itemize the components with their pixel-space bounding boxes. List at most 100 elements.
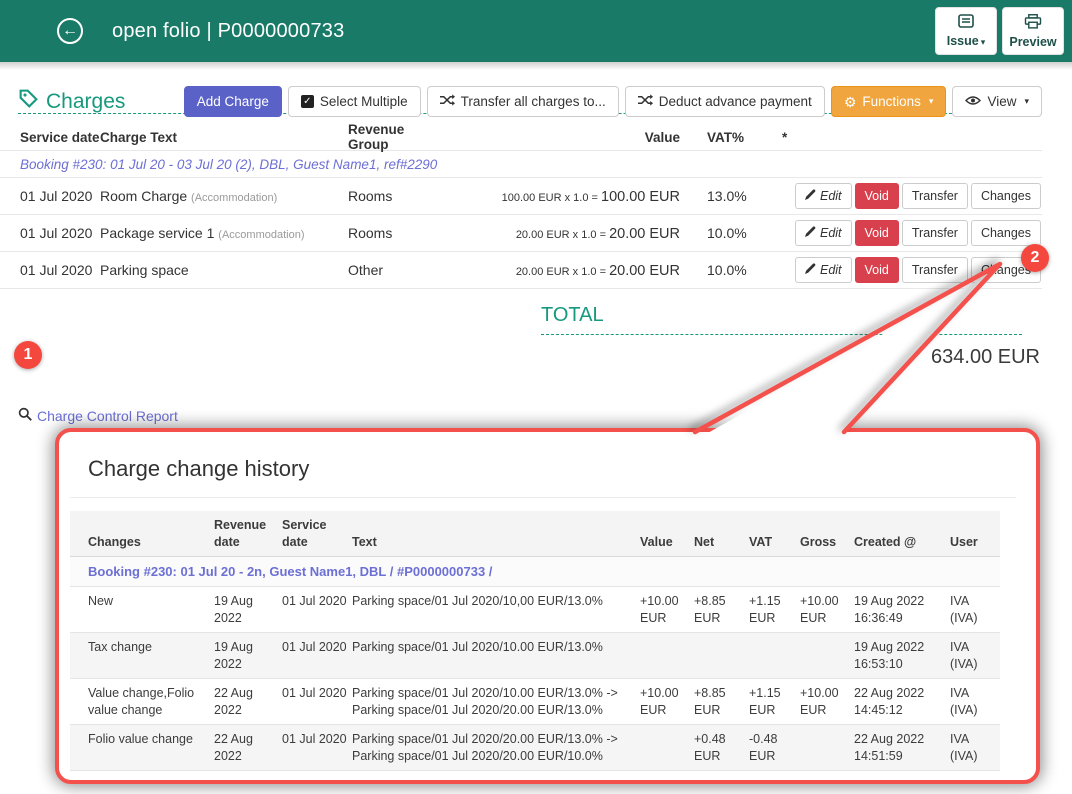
- charge-row: 01 Jul 2020 Room Charge (Accommodation) …: [0, 178, 1042, 215]
- charge-row: 01 Jul 2020 Parking space Other 20.00 EU…: [0, 252, 1042, 289]
- h-created: Created @: [854, 534, 917, 549]
- cell-vat: +1.15 EUR: [749, 594, 781, 625]
- charges-heading: Charges: [18, 88, 125, 115]
- cell-user: IVA (IVA): [950, 640, 978, 671]
- total-heading: TOTAL: [541, 304, 1022, 335]
- charge-control-report-link[interactable]: Charge Control Report: [18, 407, 178, 424]
- back-icon[interactable]: ←: [57, 18, 83, 44]
- functions-label: Functions: [862, 94, 921, 109]
- cell-created: 22 Aug 2022 14:51:59: [854, 732, 925, 763]
- topbar-actions: Issue ▾ Preview: [935, 7, 1064, 55]
- history-booking-row: Booking #230: 01 Jul 20 - 2n, Guest Name…: [70, 557, 1000, 588]
- charge-text: Parking space: [100, 262, 189, 278]
- total-amount: 634.00 EUR: [931, 346, 1040, 368]
- header-value: Value: [644, 129, 680, 145]
- pencil-icon: [804, 263, 816, 277]
- charge-value: 100.00 EUR x 1.0 = 100.00 EUR: [501, 188, 680, 205]
- cell-value: +10.00 EUR: [640, 594, 679, 625]
- charge-vat: 10.0%: [707, 262, 747, 278]
- cell-created: 19 Aug 2022 16:53:10: [854, 640, 925, 671]
- header-service-date: Service date: [20, 129, 100, 145]
- h-revenue-date: Revenue date: [214, 518, 267, 549]
- header-shadow: [0, 62, 1072, 70]
- transfer-button[interactable]: Transfer: [901, 257, 968, 283]
- void-button[interactable]: Void: [854, 257, 899, 283]
- history-table: Changes Revenue date Service date Text V…: [70, 511, 1000, 772]
- service-date: 01 Jul 2020: [20, 225, 93, 241]
- shuffle-icon: [637, 94, 653, 109]
- history-row: Folio value change 22 Aug 2022 01 Jul 20…: [70, 725, 1000, 772]
- cell-changes: Tax change: [88, 640, 152, 655]
- magnifier-icon: [18, 407, 32, 424]
- charge-change-history-popup: Charge change history Changes Revenue da…: [55, 428, 1040, 784]
- charges-toolbar: Add Charge ✓ Select Multiple Transfer al…: [183, 86, 1042, 117]
- charge-vat: 10.0%: [707, 225, 747, 241]
- preview-button[interactable]: Preview: [1002, 7, 1064, 55]
- deduct-advance-payment-button[interactable]: Deduct advance payment: [624, 86, 825, 117]
- charge-control-report-label: Charge Control Report: [37, 407, 178, 424]
- header-vat-note: *: [782, 129, 788, 145]
- cell-gross: +10.00 EUR: [800, 686, 839, 717]
- issue-button[interactable]: Issue ▾: [935, 7, 997, 55]
- void-button[interactable]: Void: [854, 220, 899, 246]
- cell-service-date: 01 Jul 2020: [282, 640, 347, 655]
- chevron-down-icon: ▾: [980, 37, 986, 47]
- transfer-all-label: Transfer all charges to...: [460, 94, 606, 109]
- cell-revenue-date: 19 Aug 2022: [214, 640, 253, 671]
- void-button[interactable]: Void: [854, 183, 899, 209]
- select-multiple-button[interactable]: ✓ Select Multiple: [287, 86, 421, 117]
- cell-gross: +10.00 EUR: [800, 594, 839, 625]
- service-date: 01 Jul 2020: [20, 262, 93, 278]
- header-charge-text: Charge Text: [100, 129, 178, 145]
- transfer-all-charges-button[interactable]: Transfer all charges to...: [426, 86, 619, 117]
- cell-text: Parking space/01 Jul 2020/10,00 EUR/13.0…: [352, 594, 603, 609]
- charges-heading-label: Charges: [46, 89, 126, 113]
- issue-label: Issue: [946, 34, 979, 48]
- cell-created: 22 Aug 2022 14:45:12: [854, 686, 925, 717]
- h-changes: Changes: [88, 534, 141, 549]
- cell-text: Parking space/01 Jul 2020/10.00 EUR/13.0…: [352, 640, 603, 655]
- edit-button[interactable]: Edit: [794, 220, 852, 246]
- cell-value: +10.00 EUR: [640, 686, 679, 717]
- cell-vat: +1.15 EUR: [749, 686, 781, 717]
- changes-button[interactable]: Changes: [970, 183, 1041, 209]
- deduct-advance-label: Deduct advance payment: [658, 94, 812, 109]
- cell-net: +0.48 EUR: [694, 732, 726, 763]
- transfer-button[interactable]: Transfer: [901, 220, 968, 246]
- cell-gross: [800, 633, 854, 678]
- select-multiple-label: Select Multiple: [319, 94, 408, 109]
- cell-changes: Folio value change: [88, 732, 193, 747]
- row-actions: Edit Void Transfer Changes: [780, 183, 1042, 209]
- edit-button[interactable]: Edit: [794, 257, 852, 283]
- pencil-icon: [804, 226, 816, 240]
- cell-revenue-date: 19 Aug 2022: [214, 594, 253, 625]
- cell-vat: -0.48 EUR: [749, 732, 778, 763]
- history-row: Value change,Folio value change 22 Aug 2…: [70, 679, 1000, 726]
- note-icon: [958, 14, 974, 31]
- transfer-button[interactable]: Transfer: [901, 183, 968, 209]
- cell-net: +8.85 EUR: [694, 594, 726, 625]
- cell-value: [640, 633, 694, 678]
- history-row: New 19 Aug 2022 01 Jul 2020 Parking spac…: [70, 587, 1000, 634]
- charges-table: Service date Charge Text Revenue Group V…: [0, 122, 1042, 289]
- cell-text: Parking space/01 Jul 2020/10.00 EUR/13.0…: [352, 686, 618, 717]
- cell-changes: New: [88, 594, 114, 609]
- edit-button[interactable]: Edit: [794, 183, 852, 209]
- history-table-header: Changes Revenue date Service date Text V…: [70, 511, 1000, 557]
- cell-net: [694, 633, 749, 678]
- functions-button[interactable]: ⚙ Functions ▾: [830, 86, 947, 117]
- revenue-group: Rooms: [348, 225, 393, 241]
- cell-revenue-date: 22 Aug 2022: [214, 686, 253, 717]
- cell-net: +8.85 EUR: [694, 686, 726, 717]
- view-button[interactable]: View ▾: [952, 86, 1042, 117]
- changes-button[interactable]: Changes: [970, 220, 1041, 246]
- row-actions: Edit Void Transfer Changes: [780, 257, 1042, 283]
- charges-section-header: Charges Add Charge ✓ Select Multiple Tra…: [18, 86, 1042, 117]
- revenue-group: Rooms: [348, 188, 393, 204]
- cell-created: 19 Aug 2022 16:36:49: [854, 594, 925, 625]
- h-text: Text: [352, 534, 377, 549]
- shuffle-icon: [439, 94, 455, 109]
- service-date: 01 Jul 2020: [20, 188, 93, 204]
- add-charge-button[interactable]: Add Charge: [183, 86, 282, 117]
- checkbox-icon: ✓: [300, 95, 314, 108]
